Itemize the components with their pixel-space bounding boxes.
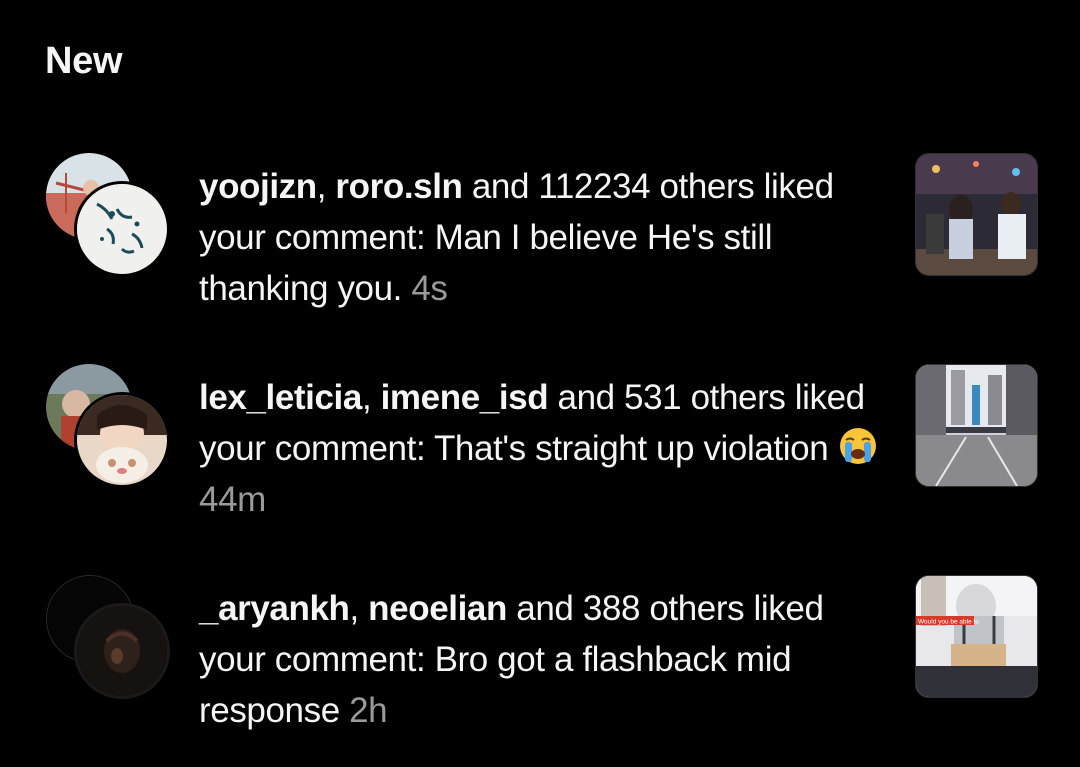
avatar-stack[interactable] bbox=[46, 364, 170, 488]
timestamp: 44m bbox=[199, 480, 266, 519]
post-thumbnail[interactable] bbox=[915, 153, 1038, 276]
avatar[interactable] bbox=[74, 392, 170, 488]
username[interactable]: neoelian bbox=[368, 589, 507, 628]
username[interactable]: imene_isd bbox=[381, 378, 549, 417]
username[interactable]: _aryankh bbox=[199, 589, 350, 628]
avatar-stack[interactable] bbox=[46, 575, 170, 699]
post-thumbnail[interactable] bbox=[915, 364, 1038, 487]
notification-item-3[interactable]: _aryankh, neoelian and 388 others liked … bbox=[0, 575, 1080, 745]
section-title-new: New bbox=[45, 40, 123, 82]
post-thumbnail[interactable]: Would you be able to bbox=[915, 575, 1038, 698]
notification-item-1[interactable]: yoojizn, roro.sln and 112234 others like… bbox=[0, 153, 1080, 323]
avatar[interactable] bbox=[74, 603, 170, 699]
thumbnail-caption: Would you be able to bbox=[918, 619, 979, 626]
avatar-stack[interactable] bbox=[46, 153, 170, 277]
timestamp: 2h bbox=[349, 691, 388, 730]
loudly-crying-face-icon bbox=[838, 426, 878, 466]
username[interactable]: roro.sln bbox=[335, 167, 462, 206]
notification-text: _aryankh, neoelian and 388 others liked … bbox=[199, 589, 824, 730]
timestamp: 4s bbox=[411, 269, 448, 308]
username[interactable]: lex_leticia bbox=[199, 378, 362, 417]
notification-text: lex_leticia, imene_isd and 531 others li… bbox=[199, 372, 889, 525]
username[interactable]: yoojizn bbox=[199, 167, 317, 206]
avatar[interactable] bbox=[74, 181, 170, 277]
notification-text: yoojizn, roro.sln and 112234 others like… bbox=[199, 167, 834, 308]
notification-item-2[interactable]: lex_leticia, imene_isd and 531 others li… bbox=[0, 364, 1080, 534]
